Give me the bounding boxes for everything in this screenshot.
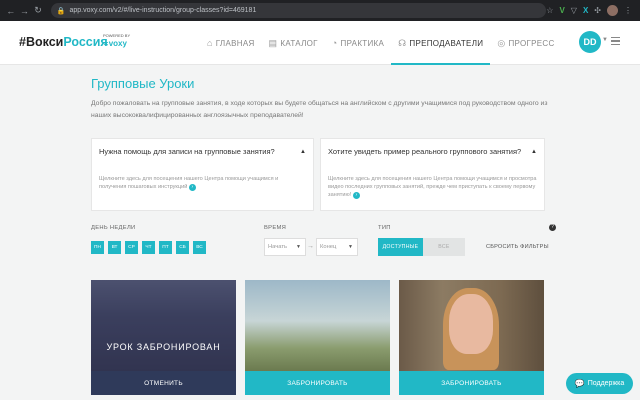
day-tue[interactable]: ВТ (108, 241, 121, 254)
extension-filter-icon[interactable]: ▽ (571, 6, 577, 15)
day-sat[interactable]: СБ (176, 241, 189, 254)
main-menu: ⌂ ГЛАВНАЯ ▤ КАТАЛОГ ◔ ПРАКТИКА ☊ ПРЕПОДА… (200, 21, 562, 66)
voxy-logo: ∝voxy (103, 39, 127, 48)
type-filter-label: ТИП (378, 225, 391, 231)
chevron-down-icon: ▼ (296, 244, 301, 250)
booked-label: УРОК ЗАБРОНИРОВАН (106, 342, 221, 352)
profile-avatar[interactable] (607, 5, 618, 16)
nav-item-practice[interactable]: ◔ ПРАКТИКА (325, 21, 391, 65)
nav-item-catalog[interactable]: ▤ КАТАЛОГ (262, 21, 325, 65)
book-button[interactable]: ЗАБРОНИРОВАТЬ (245, 371, 390, 395)
puzzle-icon[interactable]: ✣ (594, 6, 601, 15)
cancel-button[interactable]: ОТМЕНИТЬ (91, 371, 236, 395)
type-all-button[interactable]: ВСЕ (423, 238, 465, 256)
browser-menu-icon[interactable]: ⋮ (624, 6, 632, 15)
forward-icon[interactable]: → (18, 6, 32, 16)
teacher-photo (399, 280, 544, 371)
day-thu[interactable]: ЧТ (142, 241, 155, 254)
top-navigation: #ВоксиРоссия POWERED BY ∝voxy ⌂ ГЛАВНАЯ … (0, 21, 640, 66)
arrow-right-circle-icon[interactable]: › (188, 184, 196, 191)
browser-toolbar: ← → ↻ 🔒 app.voxy.com/v2/#/live-instructi… (0, 0, 640, 21)
nav-item-progress[interactable]: ◎ ПРОГРЕСС (490, 21, 561, 65)
url-text: app.voxy.com/v2/#/live-instruction/group… (69, 7, 257, 14)
star-icon[interactable]: ☆ (546, 6, 553, 15)
group-classes-page: Групповые Уроки Добро пожаловать на груп… (0, 65, 640, 400)
arrow-right-circle-icon[interactable]: › (352, 192, 360, 199)
day-wed[interactable]: СР (125, 241, 138, 254)
user-avatar[interactable]: DD (579, 31, 601, 53)
time-end-select[interactable]: Конец ▼ (316, 238, 358, 256)
logo[interactable]: #ВоксиРоссия (19, 35, 108, 49)
class-card-booked[interactable]: УРОК ЗАБРОНИРОВАН ОТМЕНИТЬ (91, 280, 236, 400)
book-icon: ▤ (268, 37, 278, 48)
help-box-example[interactable]: Хотите увидеть пример реального группово… (320, 138, 545, 211)
help-icon[interactable]: ? (549, 224, 556, 231)
day-mon[interactable]: ПН (91, 241, 104, 254)
powered-by: POWERED BY ∝voxy (103, 33, 131, 48)
help-box-title: Хотите увидеть пример реального группово… (328, 147, 522, 156)
chevron-down-icon[interactable]: ▼ (602, 37, 608, 43)
class-card[interactable]: ЗАБРОНИРОВАТЬ (245, 280, 390, 400)
type-available-button[interactable]: ДОСТУПНЫЕ (378, 238, 423, 256)
help-box-booking[interactable]: Нужна помощь для записи на групповые зан… (91, 138, 314, 211)
nav-item-home[interactable]: ⌂ ГЛАВНАЯ (200, 21, 262, 65)
collapse-arrow-icon[interactable]: ▲ (300, 149, 306, 155)
class-card[interactable]: ЗАБРОНИРОВАТЬ (399, 280, 544, 400)
book-button[interactable]: ЗАБРОНИРОВАТЬ (399, 371, 544, 395)
reload-icon[interactable]: ↻ (31, 5, 45, 16)
support-button[interactable]: 💬 Поддержка (566, 373, 633, 394)
extension-v-icon[interactable]: V (559, 6, 564, 15)
help-box-title: Нужна помощь для записи на групповые зан… (99, 147, 275, 156)
page-intro: Добро пожаловать на групповые занятия, в… (91, 100, 548, 119)
back-icon[interactable]: ← (4, 6, 18, 16)
address-bar[interactable]: 🔒 app.voxy.com/v2/#/live-instruction/gro… (50, 3, 547, 18)
lock-icon: 🔒 (56, 7, 66, 15)
day-filter-label: ДЕНЬ НЕДЕЛИ (91, 225, 136, 231)
extension-x-icon[interactable]: X (583, 6, 588, 15)
booked-overlay (91, 280, 236, 371)
collapse-arrow-icon[interactable]: ▲ (531, 149, 537, 155)
time-start-select[interactable]: Начать ▼ (264, 238, 306, 256)
arrow-right-icon: → (307, 243, 314, 250)
home-icon: ⌂ (207, 38, 213, 48)
day-fri[interactable]: ПТ (159, 241, 172, 254)
class-photo (245, 280, 390, 371)
headset-icon: ☊ (398, 37, 407, 48)
practice-icon: ◔ (331, 38, 338, 48)
chevron-down-icon: ▼ (348, 244, 353, 250)
day-sun[interactable]: ВС (193, 241, 206, 254)
day-filter: ПН ВТ СР ЧТ ПТ СБ ВС (91, 241, 206, 254)
page-title: Групповые Уроки (91, 76, 195, 91)
chat-bubble-icon: 💬 (574, 379, 585, 388)
nav-item-teachers[interactable]: ☊ ПРЕПОДАВАТЕЛИ (391, 21, 491, 66)
hamburger-menu-icon[interactable] (611, 37, 620, 45)
time-filter-label: ВРЕМЯ (264, 225, 287, 231)
progress-icon: ◎ (497, 37, 506, 48)
reset-filters-button[interactable]: СБРОСИТЬ ФИЛЬТРЫ (486, 244, 549, 250)
